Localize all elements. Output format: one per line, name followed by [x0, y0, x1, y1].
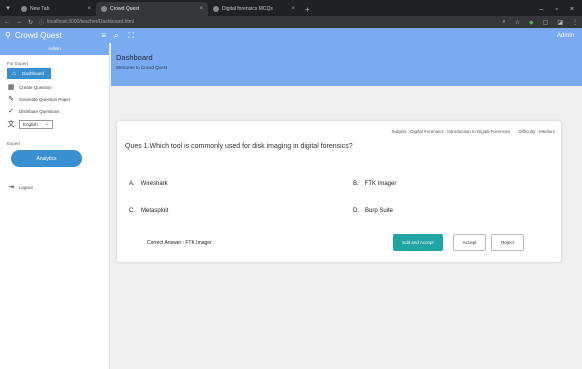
option-c: C. Metasploit	[129, 208, 168, 214]
tab-favicon-icon	[213, 6, 219, 12]
sidebar-item-create-question[interactable]: ▦ Create Question	[0, 81, 109, 93]
section-label-expert: Expert	[7, 141, 21, 146]
option-letter: C.	[129, 208, 135, 214]
tab-favicon-icon	[101, 6, 107, 12]
sidebar-item-label: Create Question	[19, 84, 52, 90]
minimize-icon[interactable]: –	[540, 6, 544, 13]
language-row: 文 English ⌄	[0, 117, 109, 131]
question-text: Ques 1.Which tool is commonly used for d…	[125, 143, 353, 150]
forward-icon[interactable]: →	[16, 19, 22, 25]
fullscreen-icon[interactable]: ⛶	[128, 31, 134, 41]
option-a: A. Wireshark	[129, 181, 168, 187]
sidebar-admin-label: Admin	[0, 43, 109, 55]
url-field[interactable]: ⓘ localhost:3000/teacher/Dashboard.html	[39, 19, 134, 26]
sidebar-item-label: Distribute Questions	[19, 108, 60, 114]
extensions-icon[interactable]: ▢	[543, 19, 549, 26]
sidebar-item-dashboard[interactable]: ⌂ Dashboard	[7, 68, 51, 79]
extension-shield-icon[interactable]: ◆	[529, 19, 534, 26]
logout-label: Logout	[19, 184, 33, 190]
brand: ⚲ Crowd Quest ≡	[0, 28, 110, 43]
header-admin-label[interactable]: Admin	[557, 33, 582, 39]
logout-link[interactable]: ⇥ Logout	[0, 181, 109, 193]
brand-name: Crowd Quest	[14, 31, 62, 40]
window-controls: – ▫ ×	[540, 2, 582, 16]
browser-tab-bar: ▾ New Tab × Crowd Quest × Digital forens…	[0, 0, 582, 16]
back-icon[interactable]: ←	[4, 19, 10, 25]
zoom-icon[interactable]: ⌕	[502, 19, 505, 26]
reload-icon[interactable]: ↻	[28, 19, 33, 26]
close-window-icon[interactable]: ×	[570, 6, 574, 13]
section-label-for-expert: For Expert	[7, 61, 29, 66]
main-content: Dashboard Welcome to Crowd Quest Subject…	[111, 43, 582, 369]
window-menu-icon[interactable]: ▾	[0, 0, 16, 16]
sidebar-item-distribute-questions[interactable]: ✓ Distribute Questions	[0, 105, 109, 117]
check-circle-icon: ✓	[8, 108, 14, 115]
chevron-down-icon: ⌄	[45, 121, 49, 126]
option-b: B. FTK Imager	[353, 181, 396, 187]
sidebar-item-label: Generate Question Paper	[19, 96, 71, 102]
restore-icon[interactable]: ▫	[555, 6, 557, 13]
profile-icon[interactable]: ◪	[557, 19, 563, 26]
home-icon: ⌂	[12, 70, 16, 77]
location-pin-icon: ⚲	[5, 31, 11, 40]
grid-icon: ▦	[7, 84, 15, 91]
option-letter: B.	[353, 181, 359, 187]
close-icon[interactable]: ×	[87, 6, 91, 12]
analytics-button[interactable]: Analytics	[11, 150, 82, 167]
option-letter: D.	[353, 208, 359, 214]
browser-menu-icon[interactable]: ⋮	[572, 19, 578, 26]
option-letter: A.	[129, 181, 135, 187]
address-bar: ← → ↻ ⓘ localhost:3000/teacher/Dashboard…	[0, 16, 582, 28]
search-icon[interactable]: ⌕	[114, 31, 118, 41]
accept-button[interactable]: Accept	[453, 234, 486, 251]
edit-and-accept-button[interactable]: Edit and Accept	[393, 234, 443, 251]
sidebar: Admin For Expert ⌂ Dashboard ▦ Create Qu…	[0, 43, 110, 369]
sidebar-item-generate-paper[interactable]: ✎ Generate Question Paper	[0, 93, 109, 105]
difficulty-label: Difficulty : Medium	[518, 129, 555, 134]
new-tab-button[interactable]: +	[300, 2, 315, 16]
tab-label: Crowd Quest	[110, 6, 140, 12]
site-info-icon[interactable]: ⓘ	[39, 19, 44, 26]
close-icon[interactable]: ×	[291, 6, 295, 12]
browser-tab-crowd-quest[interactable]: Crowd Quest ×	[96, 2, 208, 16]
translate-icon: 文	[7, 121, 15, 128]
subject-label: Subject : Digital Forensics : Introducti…	[391, 129, 511, 134]
option-text: Wireshark	[140, 181, 168, 187]
dashboard-banner: Dashboard Welcome to Crowd Quest	[111, 43, 582, 86]
language-select[interactable]: English ⌄	[19, 119, 53, 129]
tab-label: New Tab	[30, 6, 50, 12]
option-text: Metasploit	[141, 208, 169, 214]
browser-tab-new-tab[interactable]: New Tab ×	[16, 2, 96, 16]
app-header: ⚲ Crowd Quest ≡ ⌕ ⛶ Admin	[0, 28, 582, 43]
option-text: FTK Imager	[364, 181, 397, 187]
url-text: localhost:3000/teacher/Dashboard.html	[47, 19, 135, 25]
sidebar-item-label: Dashboard	[22, 71, 45, 76]
close-icon[interactable]: ×	[199, 6, 203, 12]
page-subtitle: Welcome to Crowd Quest	[116, 65, 168, 70]
tab-label: Digital forensics MCQs	[222, 6, 273, 12]
hamburger-menu-icon[interactable]: ≡	[101, 31, 110, 40]
question-card: Subject : Digital Forensics : Introducti…	[117, 121, 561, 262]
option-text: Burp Suite	[365, 208, 394, 214]
language-value: English	[23, 121, 38, 127]
pen-icon: ✎	[8, 96, 14, 103]
browser-tab-digital-forensics[interactable]: Digital forensics MCQs ×	[208, 2, 300, 16]
page-title: Dashboard	[116, 53, 153, 62]
question-meta: Subject : Digital Forensics : Introducti…	[392, 129, 556, 134]
logout-icon: ⇥	[8, 184, 14, 191]
option-d: D. Burp Suite	[353, 208, 393, 214]
correct-answer: Correct Answer : FTK Imager	[147, 240, 212, 246]
bookmark-star-icon[interactable]: ☆	[515, 19, 520, 26]
tab-favicon-icon	[21, 6, 27, 12]
reject-button[interactable]: Reject	[491, 234, 524, 251]
